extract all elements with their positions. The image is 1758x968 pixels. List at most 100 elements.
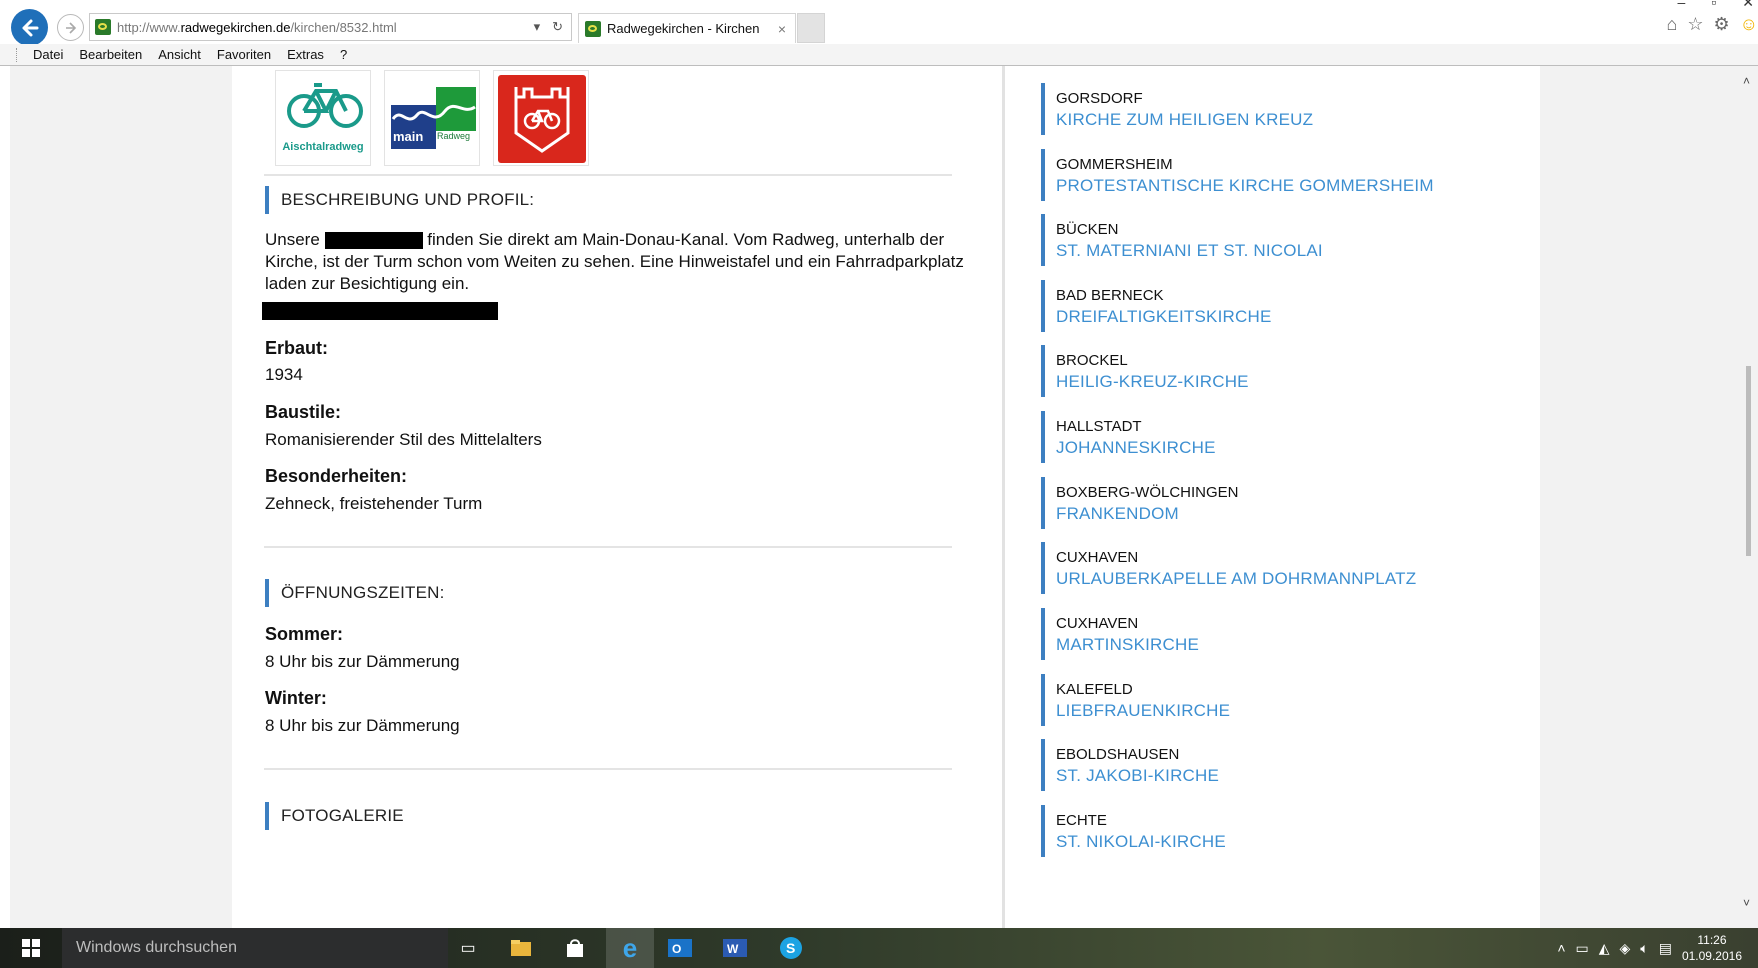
- church-link[interactable]: MARTINSKIRCHE: [1056, 635, 1516, 655]
- url-domain: radwegekirchen.de: [180, 19, 291, 35]
- church-link[interactable]: DREIFALTIGKEITSKIRCHE: [1056, 307, 1516, 327]
- church-item[interactable]: BOXBERG-WÖLCHINGEN FRANKENDOM: [1041, 477, 1516, 529]
- notifications-icon[interactable]: ▤: [1659, 940, 1672, 957]
- refresh-icon[interactable]: ↻: [552, 19, 563, 35]
- show-hidden-icons-chevron-icon[interactable]: ˄: [1557, 940, 1565, 956]
- menu-datei[interactable]: Datei: [25, 47, 71, 62]
- scroll-down-icon[interactable]: ˅: [1743, 896, 1750, 910]
- church-item[interactable]: KALEFELD LIEBFRAUENKIRCHE: [1041, 674, 1516, 726]
- outlook-icon[interactable]: O: [666, 934, 694, 962]
- menu-favoriten[interactable]: Favoriten: [209, 47, 279, 62]
- church-item[interactable]: CUXHAVEN URLAUBERKAPELLE AM DOHRMANNPLAT…: [1041, 542, 1516, 594]
- description-start: Unsere: [265, 230, 320, 249]
- section-heading-hours: ÖFFNUNGSZEITEN:: [265, 579, 445, 607]
- menu-extras[interactable]: Extras: [279, 47, 332, 62]
- word-icon[interactable]: W: [721, 934, 749, 962]
- summer-value: 8 Uhr bis zur Dämmerung: [265, 652, 460, 671]
- church-item[interactable]: EBOLDSHAUSEN ST. JAKOBI-KIRCHE: [1041, 739, 1516, 791]
- church-place: KALEFELD: [1056, 681, 1133, 698]
- church-link[interactable]: JOHANNESKIRCHE: [1056, 438, 1516, 458]
- scroll-thumb[interactable]: [1746, 366, 1751, 556]
- section-heading-gallery: FOTOGALERIE: [265, 802, 404, 830]
- aischtalradweg-logo[interactable]: Aischtalradweg: [275, 70, 371, 166]
- battery-icon[interactable]: ▭: [1576, 940, 1589, 957]
- church-item[interactable]: HALLSTADT JOHANNESKIRCHE: [1041, 411, 1516, 463]
- church-place: GOMMERSHEIM: [1056, 156, 1173, 173]
- system-tray: ˄ ▭ ◭ ◈ 🔈︎ ▤ 11:26 01.09.2016: [1557, 928, 1742, 968]
- menu-bar: Datei Bearbeiten Ansicht Favoriten Extra…: [0, 44, 1758, 66]
- main-radweg-logo[interactable]: main Radweg: [384, 70, 480, 166]
- church-item[interactable]: GOMMERSHEIM PROTESTANTISCHE KIRCHE GOMME…: [1041, 149, 1516, 201]
- start-button[interactable]: [0, 928, 62, 968]
- taskbar-search[interactable]: Windows durchsuchen: [62, 928, 448, 968]
- windows-logo-icon: [22, 939, 40, 957]
- network-icon[interactable]: ◭: [1599, 940, 1610, 957]
- close-window-icon[interactable]: ✕: [1742, 0, 1754, 11]
- church-item[interactable]: BÜCKEN ST. MATERNIANI ET ST. NICOLAI: [1041, 214, 1516, 266]
- church-item[interactable]: ECHTE ST. NIKOLAI-KIRCHE: [1041, 805, 1516, 857]
- description-text: Unsere finden Sie direkt am Main-Donau-K…: [265, 229, 965, 295]
- section-heading-description: BESCHREIBUNG UND PROFIL:: [265, 186, 534, 214]
- church-place: BAD BERNECK: [1056, 287, 1164, 304]
- logo-caption: Aischtalradweg: [282, 141, 364, 153]
- church-link[interactable]: FRANKENDOM: [1056, 504, 1516, 524]
- church-place: ECHTE: [1056, 812, 1107, 829]
- church-item[interactable]: BAD BERNECK DREIFALTIGKEITSKIRCHE: [1041, 280, 1516, 332]
- system-clock[interactable]: 11:26 01.09.2016: [1682, 932, 1742, 964]
- church-link[interactable]: ST. MATERNIANI ET ST. NICOLAI: [1056, 241, 1516, 261]
- church-link[interactable]: KIRCHE ZUM HEILIGEN KREUZ: [1056, 110, 1516, 130]
- forward-button[interactable]: [57, 14, 84, 41]
- clock-date: 01.09.2016: [1681, 949, 1742, 963]
- volume-icon[interactable]: 🔈︎: [1640, 940, 1648, 957]
- feedback-smiley-icon[interactable]: ☺: [1740, 14, 1758, 35]
- menu-help[interactable]: ?: [332, 47, 355, 62]
- main-radweg-icon: [391, 87, 476, 149]
- winter-value: 8 Uhr bis zur Dämmerung: [265, 716, 460, 735]
- settings-gear-icon[interactable]: ⚙: [1713, 14, 1729, 35]
- restore-icon[interactable]: ▫: [1711, 0, 1716, 11]
- winter-label: Winter:: [265, 688, 327, 708]
- security-icon[interactable]: ◈: [1620, 940, 1631, 957]
- built-label: Erbaut:: [265, 338, 328, 358]
- tab-close-icon[interactable]: ×: [778, 21, 786, 37]
- main-content: Aischtalradweg main Radweg BESCHREIBUNG …: [232, 66, 1012, 928]
- menu-bearbeiten[interactable]: Bearbeiten: [71, 47, 150, 62]
- store-icon[interactable]: [561, 934, 589, 962]
- menu-ansicht[interactable]: Ansicht: [150, 47, 209, 62]
- dropdown-arrow-icon[interactable]: ▾: [534, 19, 541, 35]
- clock-time: 11:26: [1697, 933, 1727, 947]
- redacted-bar: [262, 302, 498, 320]
- site-favicon-icon: [95, 19, 111, 35]
- internet-explorer-icon[interactable]: e: [606, 928, 654, 968]
- windows-taskbar: Windows durchsuchen ▭ e O W S ˄ ▭ ◭ ◈ 🔈︎…: [0, 928, 1758, 968]
- church-item[interactable]: BROCKEL HEILIG-KREUZ-KIRCHE: [1041, 345, 1516, 397]
- back-arrow-icon: [22, 19, 38, 36]
- church-link[interactable]: PROTESTANTISCHE KIRCHE GOMMERSHEIM: [1056, 176, 1516, 196]
- svg-text:O: O: [672, 942, 681, 956]
- logo-radweg-text: Radweg: [437, 131, 471, 141]
- church-link[interactable]: LIEBFRAUENKIRCHE: [1056, 701, 1516, 721]
- church-link[interactable]: URLAUBERKAPELLE AM DOHRMANNPLATZ: [1056, 569, 1516, 589]
- church-place: BOXBERG-WÖLCHINGEN: [1056, 484, 1239, 501]
- divider: [264, 174, 952, 176]
- minimize-icon[interactable]: –: [1678, 0, 1686, 11]
- red-shield-logo[interactable]: [493, 70, 589, 166]
- browser-tab-active[interactable]: Radwegekirchen - Kirchen ×: [578, 13, 796, 43]
- scroll-up-icon[interactable]: ˄: [1743, 74, 1750, 88]
- tab-favicon-icon: [585, 20, 601, 37]
- skype-icon[interactable]: S: [777, 934, 805, 962]
- church-place: HALLSTADT: [1056, 418, 1142, 435]
- vertical-scrollbar[interactable]: ˄ ˅: [1740, 66, 1758, 928]
- file-explorer-icon[interactable]: [507, 934, 535, 962]
- home-icon[interactable]: ⌂: [1666, 14, 1677, 35]
- church-link[interactable]: HEILIG-KREUZ-KIRCHE: [1056, 372, 1516, 392]
- favorites-star-icon[interactable]: ☆: [1687, 14, 1703, 35]
- new-tab-button[interactable]: [797, 13, 825, 43]
- church-link[interactable]: ST. NIKOLAI-KIRCHE: [1056, 832, 1516, 852]
- task-view-icon[interactable]: ▭: [454, 934, 482, 962]
- church-link[interactable]: ST. JAKOBI-KIRCHE: [1056, 766, 1516, 786]
- church-item[interactable]: GORSDORF KIRCHE ZUM HEILIGEN KREUZ: [1041, 83, 1516, 135]
- back-button[interactable]: [11, 9, 48, 46]
- church-item[interactable]: CUXHAVEN MARTINSKIRCHE: [1041, 608, 1516, 660]
- address-bar[interactable]: http://www. radwegekirchen.de/kirchen/853…: [89, 13, 572, 41]
